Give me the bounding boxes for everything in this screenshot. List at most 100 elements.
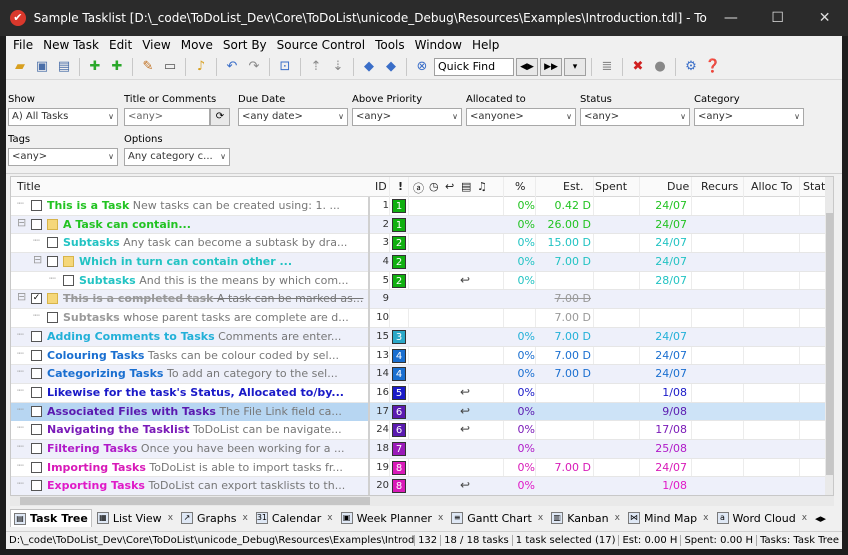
close-button[interactable]: ✕ <box>801 0 848 36</box>
table-row[interactable]: ┈ Subtasks And this is the means by which… <box>11 272 825 291</box>
options-combo[interactable]: Any category c... ∨ <box>124 148 230 166</box>
task-title-cell[interactable]: ┈ Adding Comments to Tasks Comments are e… <box>11 328 369 346</box>
priority-combo[interactable]: <any> ∨ <box>352 108 462 126</box>
col-title[interactable]: Title <box>17 180 41 193</box>
tab-mind-map[interactable]: ⋈ Mind Map x <box>625 509 712 527</box>
task-checkbox[interactable] <box>47 312 58 324</box>
priority-badge[interactable]: 5 <box>392 385 406 400</box>
new-task-icon[interactable]: ✚ <box>85 57 105 77</box>
maximize-view-icon[interactable]: ⊡ <box>275 57 295 77</box>
table-row[interactable]: ┈ Colouring Tasks Tasks can be colour cod… <box>11 347 825 366</box>
tab-gantt-chart[interactable]: ≡ Gantt Chart x <box>448 509 546 527</box>
save-all-icon[interactable]: ▤ <box>54 57 74 77</box>
quick-find-prev-button[interactable]: ◀▶ <box>516 57 538 76</box>
task-title-cell[interactable]: ⊟ Which in turn can contain other ... <box>11 253 369 271</box>
hscroll-thumb[interactable] <box>20 497 370 505</box>
priority-badge[interactable]: 7 <box>392 441 406 456</box>
task-title-cell[interactable]: ┈ Importing Tasks ToDoList is able to imp… <box>11 459 369 477</box>
table-row[interactable]: ┈ Filtering Tasks Once you have been work… <box>11 439 825 459</box>
save-icon[interactable]: ▣ <box>32 57 52 77</box>
menu-help[interactable]: Help <box>467 38 504 52</box>
task-title-cell[interactable]: ┈ Subtasks whose parent tasks are complet… <box>11 309 369 327</box>
task-title-cell[interactable]: ⊟ A Task can contain... <box>11 216 369 234</box>
tab-word-cloud[interactable]: a Word Cloud x <box>714 509 811 527</box>
delete-task-icon[interactable]: ✖ <box>628 57 648 77</box>
open-folder-icon[interactable]: ▰ <box>10 57 30 77</box>
table-row[interactable]: ┈ Navigating the Tasklist ToDoList can be… <box>11 421 825 440</box>
task-checkbox[interactable] <box>31 424 42 436</box>
task-title-cell[interactable]: ┈ This is a Task New tasks can be created… <box>11 197 369 215</box>
col-id[interactable]: ID <box>375 180 387 193</box>
edit-pencil-icon[interactable]: ✎ <box>138 57 158 77</box>
menu-view[interactable]: View <box>137 38 175 52</box>
task-title-cell[interactable]: ┈ Filtering Tasks Once you have been work… <box>11 440 369 458</box>
collapse-icon[interactable]: ⊟ <box>17 216 26 229</box>
table-row[interactable]: ┈ This is a Task New tasks can be created… <box>11 197 825 216</box>
menu-move[interactable]: Move <box>176 38 218 52</box>
task-checkbox[interactable] <box>31 349 42 361</box>
priority-badge[interactable]: 8 <box>392 479 406 494</box>
tags-combo[interactable]: <any> ∨ <box>8 148 118 166</box>
sort-icon[interactable]: ≣ <box>597 57 617 77</box>
priority-badge[interactable]: 6 <box>392 423 406 438</box>
task-checkbox[interactable] <box>31 442 42 454</box>
apply-filter-icon[interactable]: ⟳ <box>210 108 230 126</box>
maximize-button[interactable]: ☐ <box>754 0 801 36</box>
col-calendar-icon[interactable]: ▤ <box>461 180 471 193</box>
col-reminder-icon[interactable]: ♫ <box>477 180 487 193</box>
table-row[interactable]: ⊟ A Task can contain... 2 1 0% 26.00 D 24/07 <box>11 215 825 235</box>
priority-badge[interactable]: 3 <box>392 329 406 344</box>
priority-badge[interactable]: 2 <box>392 255 406 270</box>
col-priority[interactable]: ! <box>398 180 403 193</box>
task-checkbox[interactable] <box>47 256 58 268</box>
task-title-cell[interactable]: ┈ Colouring Tasks Tasks can be colour cod… <box>11 347 369 365</box>
priority-badge[interactable]: 2 <box>392 273 406 288</box>
col-lock-icon[interactable]: ⓐ <box>413 180 424 196</box>
tab-close-icon[interactable]: x <box>538 513 543 523</box>
priority-badge[interactable]: 1 <box>392 199 406 213</box>
menu-edit[interactable]: Edit <box>104 38 137 52</box>
tab-kanban[interactable]: ▥ Kanban x <box>548 509 623 527</box>
forward-arrow-icon[interactable]: ◆ <box>381 57 401 77</box>
task-title-cell[interactable]: ┈ Associated Files with Tasks The File Li… <box>11 402 369 421</box>
table-row[interactable]: ┈ Subtasks whose parent tasks are complet… <box>11 309 825 328</box>
tab-close-icon[interactable]: x <box>615 513 620 523</box>
table-row[interactable]: ┈ Categorizing Tasks To add an category t… <box>11 365 825 384</box>
table-row[interactable]: ┈ Associated Files with Tasks The File Li… <box>11 402 825 422</box>
col-due[interactable]: Due <box>667 180 689 193</box>
tab-task-tree[interactable]: ▤ Task Tree <box>10 509 92 527</box>
category-combo[interactable]: <any> ∨ <box>694 108 804 126</box>
scroll-thumb[interactable] <box>826 213 833 475</box>
back-arrow-icon[interactable]: ◆ <box>359 57 379 77</box>
menu-file[interactable]: File <box>8 38 38 52</box>
table-row[interactable]: ⊟ Which in turn can contain other ... 4 2 0%… <box>11 253 825 272</box>
task-title-cell[interactable]: ┈ Subtasks And this is the means by which… <box>11 272 369 290</box>
quick-find-next-button[interactable]: ▶▶ <box>540 57 562 76</box>
task-title-cell[interactable]: ┈ Exporting Tasks ToDoList can export tas… <box>11 477 369 495</box>
task-checkbox[interactable] <box>31 405 42 417</box>
find-binoculars-icon[interactable]: ⊗ <box>412 57 432 77</box>
priority-badge[interactable]: 4 <box>392 367 406 382</box>
task-tree[interactable]: Title ID ! ⓐ ◷ ↩ ▤ ♫ % Est. Spent Due Re… <box>10 176 834 496</box>
tab-close-icon[interactable]: x <box>327 513 332 523</box>
tab-close-icon[interactable]: x <box>438 513 443 523</box>
priority-badge[interactable]: 8 <box>392 460 406 475</box>
task-checkbox[interactable] <box>31 330 42 342</box>
lock-icon[interactable]: ● <box>650 57 670 77</box>
undo-icon[interactable]: ↶ <box>222 57 242 77</box>
task-checkbox[interactable] <box>31 461 42 473</box>
vertical-scrollbar[interactable] <box>825 177 833 495</box>
minimize-button[interactable]: — <box>707 0 754 36</box>
quick-find-dropdown-button[interactable]: ▾ <box>564 57 586 76</box>
tab-scroll-buttons[interactable]: ◂▸ <box>812 509 829 527</box>
priority-badge[interactable]: 6 <box>392 404 406 419</box>
tab-close-icon[interactable]: x <box>802 513 807 523</box>
task-checkbox[interactable] <box>31 368 42 380</box>
show-filter-combo[interactable]: A) All Tasks ∨ <box>8 108 118 126</box>
task-checkbox[interactable] <box>31 218 42 230</box>
table-row[interactable]: ⊟ ✓ This is a completed task A task can be… <box>11 290 825 310</box>
col-status[interactable]: Stat <box>803 180 825 193</box>
tab-graphs[interactable]: ↗ Graphs x <box>178 509 251 527</box>
table-row[interactable]: ┈ Importing Tasks ToDoList is able to imp… <box>11 459 825 478</box>
task-title-cell[interactable]: ┈ Subtasks Any task can become a subtask … <box>11 234 369 252</box>
